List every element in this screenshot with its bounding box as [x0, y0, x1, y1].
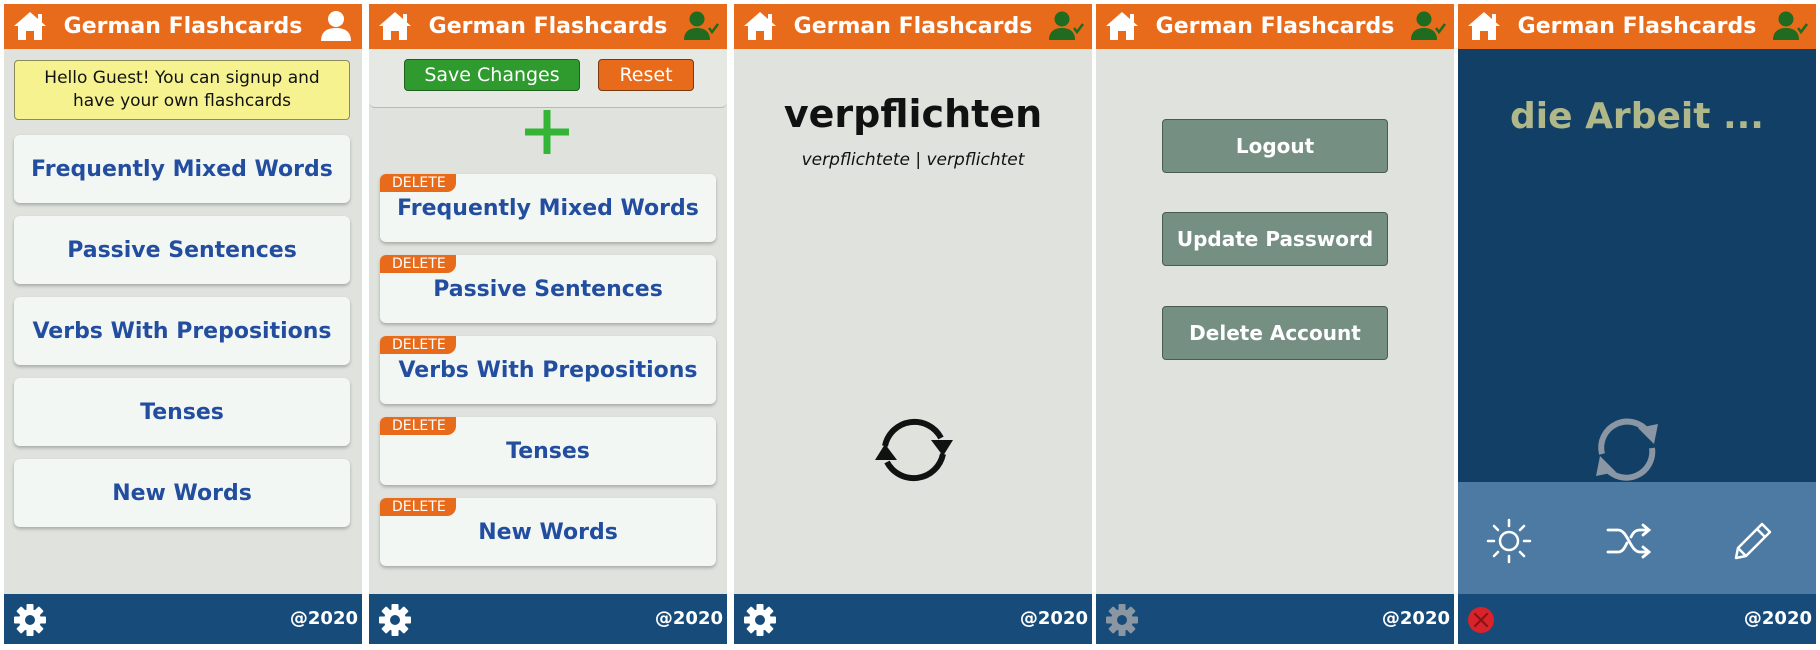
app-footer: @2020 [369, 594, 727, 644]
logout-button[interactable]: Logout [1162, 119, 1388, 173]
update-password-button[interactable]: Update Password [1162, 212, 1388, 266]
app-title: German Flashcards [793, 14, 1033, 39]
guest-notice: Hello Guest! You can signup and have you… [14, 60, 350, 120]
screen-guest-deck-list: German Flashcards Hello Guest! You can s… [4, 4, 362, 644]
copyright: @2020 [654, 608, 723, 629]
flashcard-word: verpflichten [783, 92, 1043, 136]
deck-card[interactable]: Tenses [14, 378, 350, 446]
deck-title: Passive Sentences [433, 276, 663, 302]
deck-card[interactable]: DELETE Verbs With Prepositions [380, 336, 716, 404]
close-icon[interactable] [1467, 606, 1495, 634]
app-header: German Flashcards [734, 4, 1092, 49]
user-logged-in-icon[interactable] [1772, 10, 1808, 42]
deck-title: Verbs With Prepositions [398, 357, 698, 383]
deck-card[interactable]: DELETE Frequently Mixed Words [380, 174, 716, 242]
app-footer: @2020 [1096, 594, 1454, 644]
pencil-icon[interactable] [1726, 516, 1776, 566]
delete-badge[interactable]: DELETE [380, 174, 456, 192]
copyright: @2020 [1381, 608, 1450, 629]
delete-account-button[interactable]: Delete Account [1162, 306, 1388, 360]
home-icon[interactable] [1466, 9, 1502, 43]
shuffle-icon[interactable] [1604, 516, 1654, 566]
save-changes-button[interactable]: Save Changes [404, 59, 580, 91]
user-logged-in-icon[interactable] [683, 10, 719, 42]
deck-card[interactable]: DELETE New Words [380, 498, 716, 566]
verb-forms: verpflichtete | verpflichtet [801, 150, 1025, 170]
gear-icon[interactable] [378, 603, 412, 637]
study-toolbar [1458, 482, 1816, 594]
deck-title: New Words [478, 519, 618, 545]
user-icon[interactable] [318, 10, 354, 42]
app-title: German Flashcards [1155, 14, 1395, 39]
home-icon[interactable] [377, 9, 413, 43]
app-footer: @2020 [4, 594, 362, 644]
gear-icon[interactable] [13, 603, 47, 637]
app-footer: @2020 [1458, 594, 1816, 644]
deck-card[interactable]: Passive Sentences [14, 216, 350, 284]
deck-card[interactable]: New Words [14, 459, 350, 527]
copyright: @2020 [289, 608, 358, 629]
delete-badge[interactable]: DELETE [380, 417, 456, 435]
home-icon[interactable] [1104, 9, 1140, 43]
deck-card[interactable]: Frequently Mixed Words [14, 135, 350, 203]
app-header: German Flashcards [1458, 4, 1816, 49]
app-header: German Flashcards [4, 4, 362, 49]
delete-badge[interactable]: DELETE [380, 336, 456, 354]
edit-toolbar: Save Changes Reset [369, 49, 727, 108]
reset-button[interactable]: Reset [598, 59, 694, 91]
add-deck-icon[interactable] [523, 108, 571, 156]
app-title: German Flashcards [428, 14, 668, 39]
gear-icon[interactable] [743, 603, 777, 637]
user-logged-in-icon[interactable] [1048, 10, 1084, 42]
app-title: German Flashcards [63, 14, 303, 39]
screen-account-settings: German Flashcards Logout Update Password… [1096, 4, 1454, 644]
flip-card-icon[interactable] [1588, 410, 1666, 490]
screen-flashcard-study: German Flashcards die Arbeit ... @2020 [1458, 4, 1816, 644]
deck-title: Tenses [506, 438, 590, 464]
copyright: @2020 [1019, 608, 1088, 629]
gear-icon[interactable] [1105, 603, 1139, 637]
flip-card-icon[interactable] [869, 412, 959, 488]
app-header: German Flashcards [1096, 4, 1454, 49]
user-logged-in-icon[interactable] [1410, 10, 1446, 42]
home-icon[interactable] [742, 9, 778, 43]
screen-flashcard-front: German Flashcards verpflichten verpflich… [734, 4, 1092, 644]
deck-title: Frequently Mixed Words [397, 195, 699, 221]
app-footer: @2020 [734, 594, 1092, 644]
app-title: German Flashcards [1517, 14, 1757, 39]
screen-edit-decks: German Flashcards Save Changes Reset DEL… [369, 4, 727, 644]
delete-badge[interactable]: DELETE [380, 255, 456, 273]
deck-card[interactable]: Verbs With Prepositions [14, 297, 350, 365]
copyright: @2020 [1743, 608, 1812, 629]
app-header: German Flashcards [369, 4, 727, 49]
flashcard-word: die Arbeit ... [1510, 96, 1764, 137]
deck-card[interactable]: DELETE Passive Sentences [380, 255, 716, 323]
delete-badge[interactable]: DELETE [380, 498, 456, 516]
home-icon[interactable] [12, 9, 48, 43]
sun-icon[interactable] [1484, 516, 1534, 566]
deck-card[interactable]: DELETE Tenses [380, 417, 716, 485]
